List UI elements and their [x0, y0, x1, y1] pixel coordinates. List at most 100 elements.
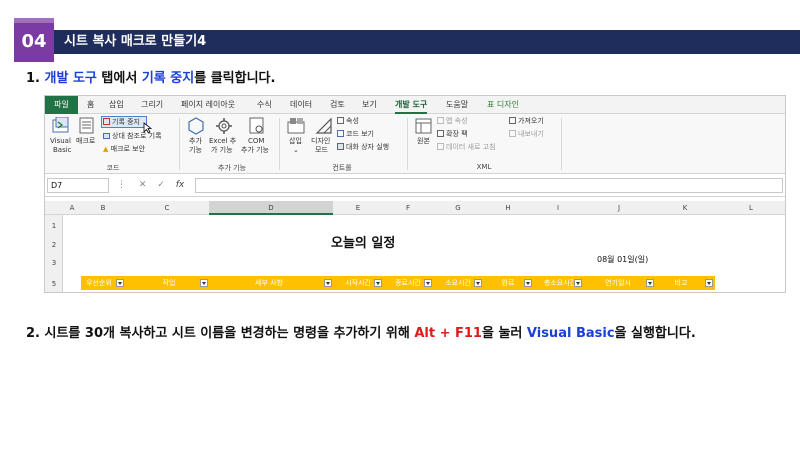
export-button[interactable]: 내보내기 [509, 130, 544, 139]
macro-label[interactable]: 매크로 [76, 137, 95, 146]
filter-dropdown-icon[interactable] [646, 279, 654, 287]
stop-recording-icon [103, 118, 110, 125]
export-icon [509, 130, 516, 137]
addins-icon[interactable] [187, 117, 205, 135]
header-task[interactable]: 작업 [129, 276, 209, 290]
tab-data[interactable]: 데이터 [290, 96, 312, 114]
group-controls-label: 컨트롤 [332, 164, 352, 172]
column-header-e[interactable]: E [333, 201, 383, 215]
column-header-h[interactable]: H [483, 201, 533, 215]
source-icon[interactable] [415, 117, 433, 135]
ribbon: Visual Basic 매크로 기록 중지 상대 참조로 기록 ▲ 매크로 보… [45, 114, 785, 174]
column-header-f[interactable]: F [383, 201, 433, 215]
row-header-5[interactable]: 5 [45, 280, 63, 288]
excel-addins-label-1[interactable]: Excel 추 [209, 137, 236, 146]
com-addins-label-2[interactable]: 추가 기능 [241, 146, 269, 155]
group-addins-label: 추가 기능 [218, 164, 246, 172]
column-header-j[interactable]: J [583, 201, 655, 215]
refresh-data-button[interactable]: 데이터 새로 고침 [437, 143, 496, 152]
design-mode-label-2[interactable]: 모드 [315, 146, 328, 155]
header-notes[interactable]: 비고 [656, 276, 706, 290]
filter-dropdown-icon[interactable] [705, 279, 713, 287]
group-separator [179, 118, 180, 170]
column-header-k[interactable]: K [655, 201, 715, 215]
slide-title: 시트 복사 매크로 만들기4 [54, 30, 800, 54]
expansion-packs-button[interactable]: 확장 팩 [437, 130, 468, 139]
design-mode-icon[interactable] [315, 117, 333, 135]
tab-formulas[interactable]: 수식 [257, 96, 272, 114]
column-header-l[interactable]: L [715, 201, 785, 215]
relative-reference-button[interactable]: 상대 참조로 기록 [103, 132, 162, 141]
filter-dropdown-icon[interactable] [374, 279, 382, 287]
filter-dropdown-icon[interactable] [574, 279, 582, 287]
name-box[interactable]: D7 [47, 178, 109, 193]
tab-home[interactable]: 홈 [87, 96, 94, 114]
cancel-icon[interactable]: ✕ [139, 180, 147, 190]
tab-draw[interactable]: 그리기 [141, 96, 163, 114]
row-header-3[interactable]: 3 [45, 259, 63, 267]
header-details[interactable]: 세부 사항 [213, 276, 325, 290]
tab-table-design[interactable]: 표 디자인 [487, 96, 519, 114]
row-header-2[interactable]: 2 [45, 241, 63, 249]
column-header-g[interactable]: G [433, 201, 483, 215]
header-postponed[interactable]: 연기일시 [585, 276, 651, 290]
header-priority[interactable]: 우선순위 [81, 276, 117, 290]
addins-label-1[interactable]: 추가 [189, 137, 202, 146]
filter-dropdown-icon[interactable] [116, 279, 124, 287]
expansion-packs-icon [437, 130, 444, 137]
com-addins-icon[interactable] [249, 117, 265, 135]
tab-file[interactable]: 파일 [45, 96, 78, 114]
filter-dropdown-icon[interactable] [424, 279, 432, 287]
stop-recording-button[interactable]: 기록 중지 [103, 118, 140, 127]
formula-bar-row: D7 ⋮ ✕ ✓ fx [45, 175, 785, 197]
tab-developer[interactable]: 개발 도구 [395, 96, 428, 114]
visual-basic-icon[interactable] [52, 117, 70, 135]
tab-help[interactable]: 도움말 [446, 96, 468, 114]
map-properties-button[interactable]: 맵 속성 [437, 117, 468, 126]
chevron-down-icon[interactable]: ⌄ [293, 146, 299, 155]
macro-icon[interactable] [79, 117, 95, 135]
filter-dropdown-icon[interactable] [324, 279, 332, 287]
fx-icon[interactable]: fx [176, 180, 185, 190]
group-code-label: 코드 [106, 164, 120, 172]
visual-basic-label-1[interactable]: Visual [50, 137, 71, 146]
filter-dropdown-icon[interactable] [474, 279, 482, 287]
excel-window: 파일 홈 삽입 그리기 페이지 레이아웃 수식 데이터 검토 보기 개발 도구 … [44, 95, 786, 293]
gear-icon[interactable] [215, 117, 233, 135]
import-button[interactable]: 가져오기 [509, 117, 544, 126]
properties-button[interactable]: 속성 [337, 117, 359, 126]
row-header-1[interactable]: 1 [45, 222, 63, 230]
addins-label-2[interactable]: 기능 [189, 146, 202, 155]
section-number: 04 [14, 18, 54, 62]
insert-label[interactable]: 삽입 [289, 137, 302, 146]
source-label[interactable]: 원본 [417, 137, 430, 146]
ribbon-tabs: 파일 홈 삽입 그리기 페이지 레이아웃 수식 데이터 검토 보기 개발 도구 … [45, 96, 785, 114]
tab-review[interactable]: 검토 [330, 96, 345, 114]
design-mode-label-1[interactable]: 디자인 [311, 137, 330, 146]
com-addins-label-1[interactable]: COM [248, 137, 264, 146]
formula-input[interactable] [195, 178, 783, 193]
filter-dropdown-icon[interactable] [524, 279, 532, 287]
column-header-b[interactable]: B [81, 201, 125, 215]
macro-security-button[interactable]: ▲ 매크로 보안 [103, 145, 145, 154]
refresh-icon [437, 143, 444, 150]
schedule-date[interactable]: 08월 01일(일) [597, 254, 648, 265]
grid-icon [103, 133, 110, 139]
column-header-a[interactable]: A [63, 201, 81, 215]
tab-view[interactable]: 보기 [362, 96, 377, 114]
column-header-d[interactable]: D [209, 201, 333, 215]
group-xml-label: XML [476, 163, 492, 171]
column-header-i[interactable]: I [533, 201, 583, 215]
confirm-icon[interactable]: ✓ [157, 180, 165, 190]
schedule-title[interactable]: 오늘의 일정 [331, 232, 395, 251]
column-header-c[interactable]: C [125, 201, 209, 215]
group-separator [407, 118, 408, 170]
run-dialog-button[interactable]: 대화 상자 실행 [337, 143, 389, 152]
excel-addins-label-2[interactable]: 가 기능 [211, 146, 233, 155]
tab-insert[interactable]: 삽입 [109, 96, 124, 114]
view-code-button[interactable]: 코드 보기 [337, 130, 374, 139]
filter-dropdown-icon[interactable] [200, 279, 208, 287]
visual-basic-label-2[interactable]: Basic [53, 146, 72, 155]
tab-page-layout[interactable]: 페이지 레이아웃 [181, 96, 235, 114]
insert-controls-icon[interactable] [287, 117, 305, 135]
